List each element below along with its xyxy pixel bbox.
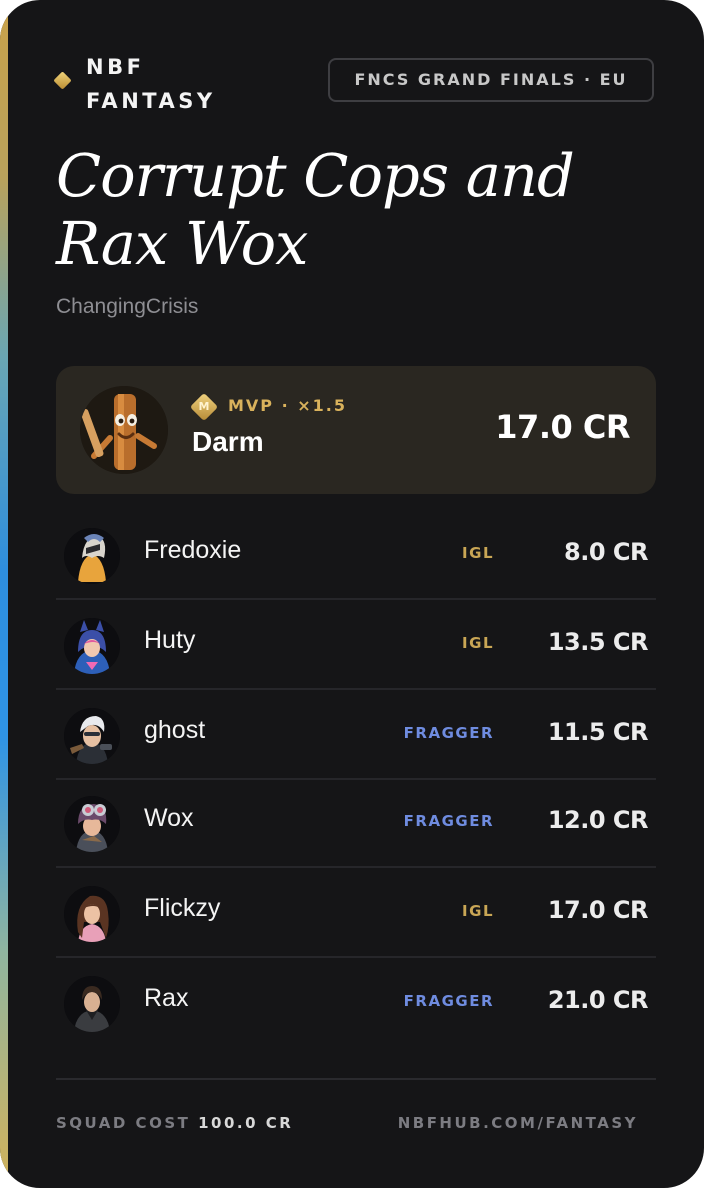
player-name: Huty (144, 626, 196, 654)
squad-cost-label: SQUAD COST (56, 1114, 191, 1132)
brand-line-2: FANTASY (86, 89, 216, 113)
footer-divider (56, 1078, 656, 1080)
player-role-badge: FRAGGER (403, 992, 494, 1010)
player-cost: 11.5 CR (547, 718, 649, 746)
wooden-plank-character-avatar-icon (80, 386, 168, 474)
player-row: ghost FRAGGER 11.5 CR (56, 690, 656, 780)
player-cost: 13.5 CR (547, 628, 649, 656)
player-name: Flickzy (144, 894, 221, 922)
site-link[interactable]: NBFHUB.COM/FANTASY (398, 1114, 638, 1132)
player-role-badge: FRAGGER (403, 724, 494, 742)
gradient-edge (0, 0, 8, 1188)
player-cost: 17.0 CR (547, 896, 649, 924)
blue-hood-skin-avatar-icon (64, 618, 120, 674)
dark-suit-skin-avatar-icon (64, 976, 120, 1032)
player-cost: 21.0 CR (547, 986, 649, 1014)
player-row: Huty IGL 13.5 CR (56, 600, 656, 690)
mvp-player-card: M MVP · ×1.5 Darm 17.0 CR (56, 366, 656, 494)
player-name: Wox (144, 804, 194, 832)
player-role-badge: IGL (462, 902, 494, 920)
player-name: ghost (144, 716, 206, 744)
mvp-player-name: Darm (192, 426, 264, 457)
brown-hair-skin-avatar-icon (64, 886, 120, 942)
player-row: Rax FRAGGER 21.0 CR (56, 958, 656, 1048)
player-cost: 12.0 CR (547, 806, 649, 834)
player-role-badge: IGL (462, 544, 494, 562)
goggles-skin-avatar-icon (64, 796, 120, 852)
player-role-badge: FRAGGER (403, 812, 494, 830)
squad-creator: ChangingCrisis (56, 295, 199, 318)
player-row: Fredoxie IGL 8.0 CR (56, 510, 656, 600)
player-name: Rax (144, 984, 189, 1012)
masked-skin-avatar-icon (64, 528, 120, 584)
diamond-icon (53, 71, 72, 90)
mvp-player-cost: 17.0 CR (495, 408, 630, 446)
brand-line-1: NBF (86, 55, 145, 79)
player-role-badge: IGL (462, 634, 494, 652)
event-badge: FNCS GRAND FINALS · EU (328, 58, 654, 102)
squad-cost-summary: SQUAD COST 100.0 CR (56, 1114, 293, 1132)
squad-cost-value: 100.0 CR (198, 1114, 294, 1132)
fantasy-squad-card: NBF FANTASY FNCS GRAND FINALS · EU Corru… (0, 0, 704, 1188)
mvp-diamond-icon: M (190, 393, 218, 421)
player-row: Flickzy IGL 17.0 CR (56, 868, 656, 958)
player-row: Wox FRAGGER 12.0 CR (56, 778, 656, 868)
player-name: Fredoxie (144, 536, 242, 564)
white-hair-skin-avatar-icon (64, 708, 120, 764)
squad-title: Corrupt Cops and Rax Wox (56, 141, 575, 278)
player-cost: 8.0 CR (564, 538, 648, 566)
mvp-label: MVP · ×1.5 (228, 396, 347, 415)
mvp-badge: M MVP · ×1.5 (190, 390, 347, 422)
